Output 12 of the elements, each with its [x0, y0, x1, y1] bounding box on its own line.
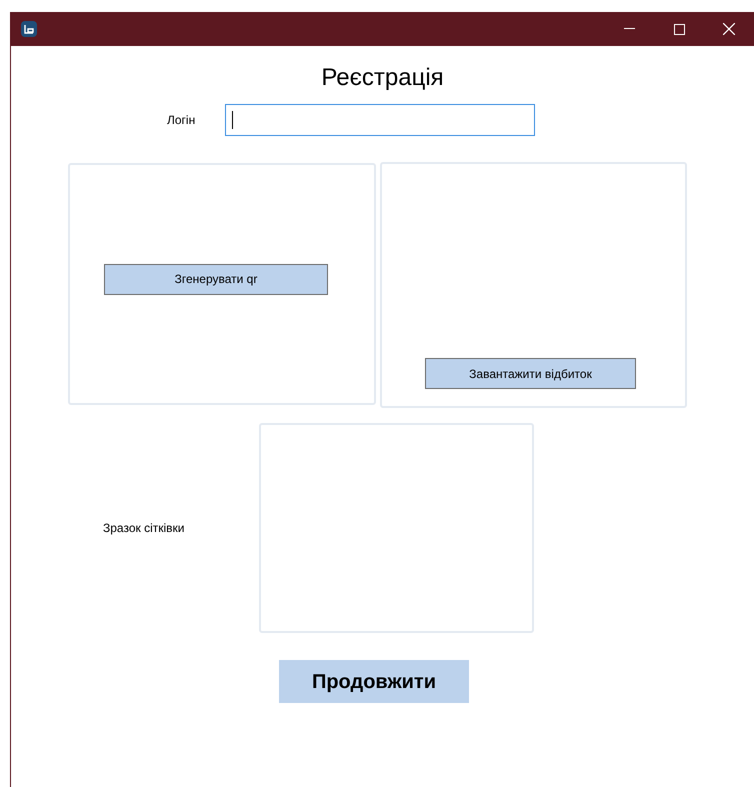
close-icon — [723, 23, 735, 35]
login-field[interactable] — [225, 104, 535, 136]
login-label: Логін — [167, 112, 196, 129]
continue-button[interactable]: Продовжити — [279, 660, 469, 703]
generate-qr-button[interactable]: Згенерувати qr — [104, 264, 328, 294]
page-heading: Реєстрація — [321, 63, 444, 93]
app-icon — [21, 21, 37, 37]
minimize-icon — [624, 28, 634, 30]
text-caret — [232, 111, 233, 129]
retina-label: Зразок сітківки — [103, 520, 186, 537]
upload-fingerprint-button[interactable]: Завантажити відбиток — [425, 358, 636, 389]
maximize-icon — [674, 24, 684, 34]
